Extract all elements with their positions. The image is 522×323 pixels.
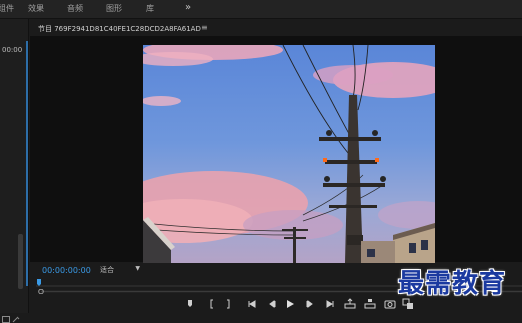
mark-in-icon[interactable] xyxy=(206,298,218,310)
workspace-tab-graphics[interactable]: 图形 xyxy=(106,3,122,14)
lift-icon[interactable] xyxy=(344,298,356,310)
workspace-tab-components[interactable]: 组件 xyxy=(0,3,14,14)
workspace-overflow-button[interactable]: » xyxy=(185,2,191,14)
video-frame xyxy=(143,45,435,263)
workspace-bar: 组件 效果 音频 图形 库 » xyxy=(0,0,522,19)
panel-scrollbar[interactable] xyxy=(18,234,23,289)
workspace-tab-effects[interactable]: 效果 xyxy=(28,3,44,14)
source-timecode: 00:00 xyxy=(2,46,23,54)
source-panel: 00:00 xyxy=(0,19,29,323)
workspace-tab-audio[interactable]: 音频 xyxy=(67,3,83,14)
program-monitor-title[interactable]: 节目 769F2941D81C40FE1C28DCD2A8FA61AD xyxy=(38,24,201,34)
chevron-down-icon: ▼ xyxy=(135,265,140,272)
wrench-icon[interactable] xyxy=(12,316,20,323)
panel-focus-highlight xyxy=(26,41,28,286)
add-icon[interactable] xyxy=(2,316,10,323)
workspace-tab-libraries[interactable]: 库 xyxy=(146,3,154,14)
zoom-fit-value: 适合 xyxy=(100,266,114,274)
extract-icon[interactable] xyxy=(364,298,376,310)
program-monitor-header: 节目 769F2941D81C40FE1C28DCD2A8FA61AD ≡ xyxy=(30,21,522,35)
play-icon[interactable] xyxy=(284,298,296,310)
go-to-out-icon[interactable] xyxy=(324,298,336,310)
mark-out-icon[interactable] xyxy=(222,298,234,310)
step-forward-icon[interactable] xyxy=(304,298,316,310)
panel-menu-icon[interactable]: ≡ xyxy=(201,23,208,32)
zoom-fit-dropdown[interactable]: 适合 ▼ xyxy=(100,265,142,275)
video-image xyxy=(143,45,435,263)
playhead-icon xyxy=(37,279,41,286)
step-back-icon[interactable] xyxy=(266,298,278,310)
marker-icon[interactable] xyxy=(184,298,196,310)
export-frame-icon[interactable] xyxy=(384,298,396,310)
playhead-timecode[interactable]: 00:00:00:00 xyxy=(42,266,91,275)
watermark-logo: 最需教育 xyxy=(398,269,507,299)
go-to-in-icon[interactable] xyxy=(246,298,258,310)
